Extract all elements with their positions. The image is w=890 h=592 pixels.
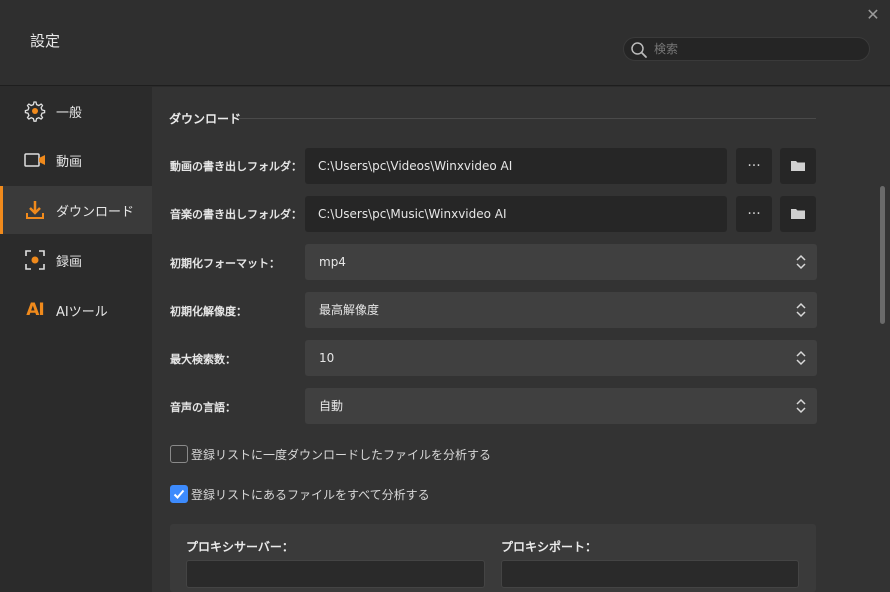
record-icon (24, 249, 46, 271)
sidebar-item-label: 一般 (56, 106, 83, 121)
format-label: 初期化フォーマット： (170, 257, 280, 270)
folder-icon (791, 161, 805, 171)
checkmark-icon (173, 489, 185, 499)
page-title: 設定 (30, 32, 61, 50)
sidebar-item-video[interactable]: 動画 (0, 136, 152, 184)
video-camera-icon (24, 149, 46, 171)
sidebar-item-label: 動画 (56, 155, 83, 170)
header: 設定 ✕ (0, 0, 890, 86)
search-box[interactable] (623, 37, 870, 61)
audio-language-value: 自動 (319, 399, 344, 413)
audio-folder-browse-button[interactable] (780, 196, 816, 232)
download-icon (24, 199, 46, 221)
search-input[interactable] (654, 40, 859, 58)
updown-chevron-icon (796, 302, 806, 318)
sidebar-item-record[interactable]: 録画 (0, 236, 152, 284)
audio-language-select[interactable]: 自動 (305, 388, 817, 424)
search-icon (631, 42, 647, 58)
video-folder-field[interactable]: C:\Users\pc\Videos\Winxvideo AI (305, 148, 727, 184)
scrollbar-thumb[interactable] (880, 186, 885, 324)
sidebar-item-ai-tools[interactable]: AI AIツール (0, 286, 152, 334)
analyze-downloaded-label: 登録リストに一度ダウンロードしたファイルを分析する (191, 447, 492, 462)
analyze-downloaded-checkbox[interactable] (170, 445, 188, 463)
updown-chevron-icon (796, 254, 806, 270)
audio-folder-more-button[interactable]: ··· (736, 196, 772, 232)
sidebar-item-general[interactable]: 一般 (0, 87, 152, 135)
updown-chevron-icon (796, 398, 806, 414)
section-divider (238, 118, 816, 119)
ai-tools-icon: AI (26, 300, 45, 320)
scrollbar[interactable] (878, 87, 886, 592)
audio-folder-field[interactable]: C:\Users\pc\Music\Winxvideo AI (305, 196, 727, 232)
proxy-server-label: プロキシサーバー： (186, 540, 294, 554)
audio-folder-label: 音楽の書き出しフォルダ： (170, 208, 302, 221)
sidebar-item-download[interactable]: ダウンロード (0, 186, 152, 234)
sidebar: 一般 動画 ダウンロード 録画 AI AIツール (0, 87, 152, 592)
resolution-value: 最高解像度 (319, 303, 380, 317)
updown-chevron-icon (796, 350, 806, 366)
sidebar-item-label: ダウンロード (56, 205, 135, 220)
resolution-label: 初期化解像度： (170, 305, 247, 318)
analyze-downloaded-option[interactable]: 登録リストに一度ダウンロードしたファイルを分析する (170, 445, 491, 463)
audio-language-label: 音声の言語： (170, 401, 236, 414)
resolution-select[interactable]: 最高解像度 (305, 292, 817, 328)
format-select[interactable]: mp4 (305, 244, 817, 280)
video-folder-label: 動画の書き出しフォルダ： (170, 160, 302, 173)
sidebar-item-label: 録画 (56, 255, 83, 270)
proxy-panel: プロキシサーバー： プロキシポート： (170, 524, 816, 592)
settings-content: ダウンロード 動画の書き出しフォルダ： C:\Users\pc\Videos\W… (152, 87, 890, 592)
proxy-port-input[interactable] (501, 560, 799, 588)
video-folder-browse-button[interactable] (780, 148, 816, 184)
section-title: ダウンロード (169, 112, 242, 126)
max-search-label: 最大検索数： (170, 353, 236, 366)
video-folder-more-button[interactable]: ··· (736, 148, 772, 184)
max-search-select[interactable]: 10 (305, 340, 817, 376)
folder-icon (791, 209, 805, 219)
close-icon[interactable]: ✕ (864, 6, 882, 24)
analyze-all-option[interactable]: 登録リストにあるファイルをすべて分析する (170, 485, 430, 503)
proxy-port-label: プロキシポート： (501, 540, 598, 554)
proxy-server-input[interactable] (186, 560, 485, 588)
analyze-all-label: 登録リストにあるファイルをすべて分析する (191, 487, 430, 502)
gear-icon (24, 100, 46, 122)
format-value: mp4 (319, 255, 346, 269)
max-search-value: 10 (319, 351, 335, 365)
sidebar-item-label: AIツール (56, 305, 108, 320)
analyze-all-checkbox[interactable] (170, 485, 188, 503)
